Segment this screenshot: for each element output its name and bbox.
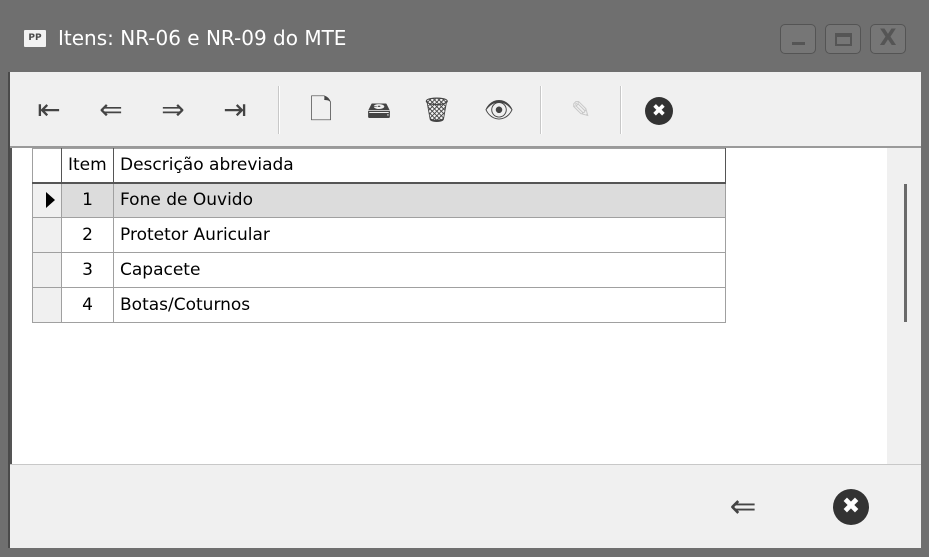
new-document-icon: 🗋 — [309, 93, 333, 126]
trash-icon: 🗑 — [421, 96, 453, 124]
app-icon: PP — [24, 30, 46, 47]
eye-icon: 👁 — [483, 96, 515, 124]
table-row[interactable]: 3 Capacete — [32, 252, 726, 288]
edit-pencil-icon: ✎ — [570, 96, 592, 124]
first-arrow-icon: ⇤ — [37, 93, 61, 126]
row-indicator[interactable] — [32, 217, 62, 253]
table-row[interactable]: 2 Protetor Auricular — [32, 217, 726, 253]
client-area: ⇤ ⇐ ⇒ ⇥ 🗋 🖴 🗑 👁 ✎ ✖ Item Descrição abrev… — [8, 72, 921, 548]
row-indicator-header — [32, 148, 62, 184]
maximize-icon — [835, 33, 852, 46]
description-cell[interactable]: Botas/Coturnos — [113, 287, 726, 323]
previous-record-button[interactable]: ⇐ — [90, 90, 132, 130]
grid-border — [10, 148, 12, 464]
last-record-button[interactable]: ⇥ — [214, 90, 256, 130]
table-header-row: Item Descrição abreviada — [32, 148, 726, 184]
toolbar-separator — [540, 86, 542, 134]
back-button[interactable]: ⇐ — [720, 483, 766, 529]
title-bar[interactable]: PP Itens: NR-06 e NR-09 do MTE X — [0, 0, 929, 72]
item-number-cell[interactable]: 4 — [61, 287, 114, 323]
table-row[interactable]: 4 Botas/Coturnos — [32, 287, 726, 323]
item-number-cell[interactable]: 2 — [61, 217, 114, 253]
description-cell[interactable]: Capacete — [113, 252, 726, 288]
view-record-button[interactable]: 👁 — [478, 90, 520, 130]
row-indicator[interactable] — [32, 252, 62, 288]
edit-record-button[interactable]: 🖴 — [358, 90, 400, 130]
description-cell[interactable]: Fone de Ouvido — [113, 182, 726, 218]
window-close-button[interactable]: X — [870, 24, 906, 54]
left-arrow-icon: ⇐ — [99, 93, 123, 126]
close-form-button[interactable]: ✖ — [828, 483, 874, 529]
minimize-icon — [792, 42, 805, 45]
row-indicator[interactable] — [32, 182, 62, 218]
cancel-button[interactable]: ✖ — [638, 90, 680, 130]
toolbar-separator — [620, 86, 622, 134]
item-number-cell[interactable]: 3 — [61, 252, 114, 288]
close-icon: X — [879, 26, 897, 51]
window-title: Itens: NR-06 e NR-09 do MTE — [58, 26, 347, 50]
close-circle-x-icon: ✖ — [833, 488, 869, 525]
maximize-button[interactable] — [825, 24, 861, 54]
right-arrow-icon: ⇒ — [161, 93, 185, 126]
items-table: Item Descrição abreviada 1 Fone de Ouvid… — [32, 148, 726, 323]
minimize-button[interactable] — [780, 24, 816, 54]
new-record-button[interactable]: 🗋 — [300, 90, 342, 130]
first-record-button[interactable]: ⇤ — [28, 90, 70, 130]
scrollbar-thumb[interactable] — [904, 184, 907, 322]
toolbar-separator — [278, 86, 280, 134]
description-cell[interactable]: Protetor Auricular — [113, 217, 726, 253]
footer-bar: ⇐ ✖ — [10, 464, 921, 548]
data-grid: Item Descrição abreviada 1 Fone de Ouvid… — [10, 148, 921, 464]
back-arrow-icon: ⇐ — [729, 487, 757, 525]
current-row-pointer-icon — [46, 192, 55, 209]
cancel-circle-x-icon: ✖ — [645, 97, 673, 125]
last-arrow-icon: ⇥ — [223, 93, 247, 126]
delete-record-button[interactable]: 🗑 — [416, 90, 458, 130]
save-record-button[interactable]: ✎ — [560, 90, 602, 130]
table-row[interactable]: 1 Fone de Ouvido — [32, 182, 726, 218]
column-header-description[interactable]: Descrição abreviada — [113, 148, 726, 184]
next-record-button[interactable]: ⇒ — [152, 90, 194, 130]
folder-icon: 🖴 — [366, 96, 392, 124]
app-window: PP Itens: NR-06 e NR-09 do MTE X ⇤ ⇐ ⇒ ⇥… — [0, 0, 929, 557]
column-header-item[interactable]: Item — [61, 148, 114, 184]
toolbar: ⇤ ⇐ ⇒ ⇥ 🗋 🖴 🗑 👁 ✎ ✖ — [10, 72, 921, 148]
item-number-cell[interactable]: 1 — [61, 182, 114, 218]
vertical-scrollbar[interactable] — [887, 148, 921, 464]
row-indicator[interactable] — [32, 287, 62, 323]
